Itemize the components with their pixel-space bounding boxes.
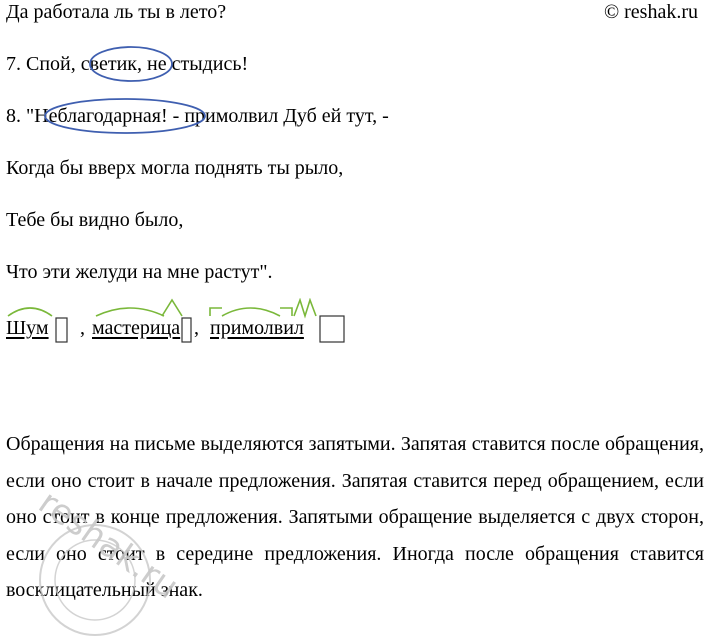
sentence-text-before: " bbox=[26, 105, 35, 127]
poem-line: Когда бы вверх могла поднять ты рыло, bbox=[6, 157, 344, 179]
morpheme-analysis: Шум , мастерица , примолвил bbox=[0, 298, 708, 348]
analyzed-word: Шум bbox=[6, 317, 49, 339]
copyright-label: © reshak.ru bbox=[603, 1, 698, 23]
sentence-text-before: Спой, bbox=[26, 53, 81, 75]
separator-comma: , bbox=[80, 317, 85, 339]
poem-line-header: Да работала ль ты в лето? bbox=[6, 1, 227, 23]
address-circle bbox=[44, 98, 206, 134]
analyzed-word: мастерица bbox=[92, 317, 181, 339]
poem-line: Что эти желуди на мне растут". bbox=[6, 261, 273, 283]
sentence-number: 7. bbox=[6, 53, 21, 75]
address-circle bbox=[89, 46, 173, 82]
rule-paragraph: Обращения на письме выделяются запятыми.… bbox=[6, 433, 704, 601]
separator-comma: , bbox=[194, 317, 199, 339]
analyzed-word: примолвил bbox=[210, 317, 304, 339]
sentence-number: 8. bbox=[6, 105, 21, 127]
poem-line: Тебе бы видно было, bbox=[6, 209, 184, 231]
